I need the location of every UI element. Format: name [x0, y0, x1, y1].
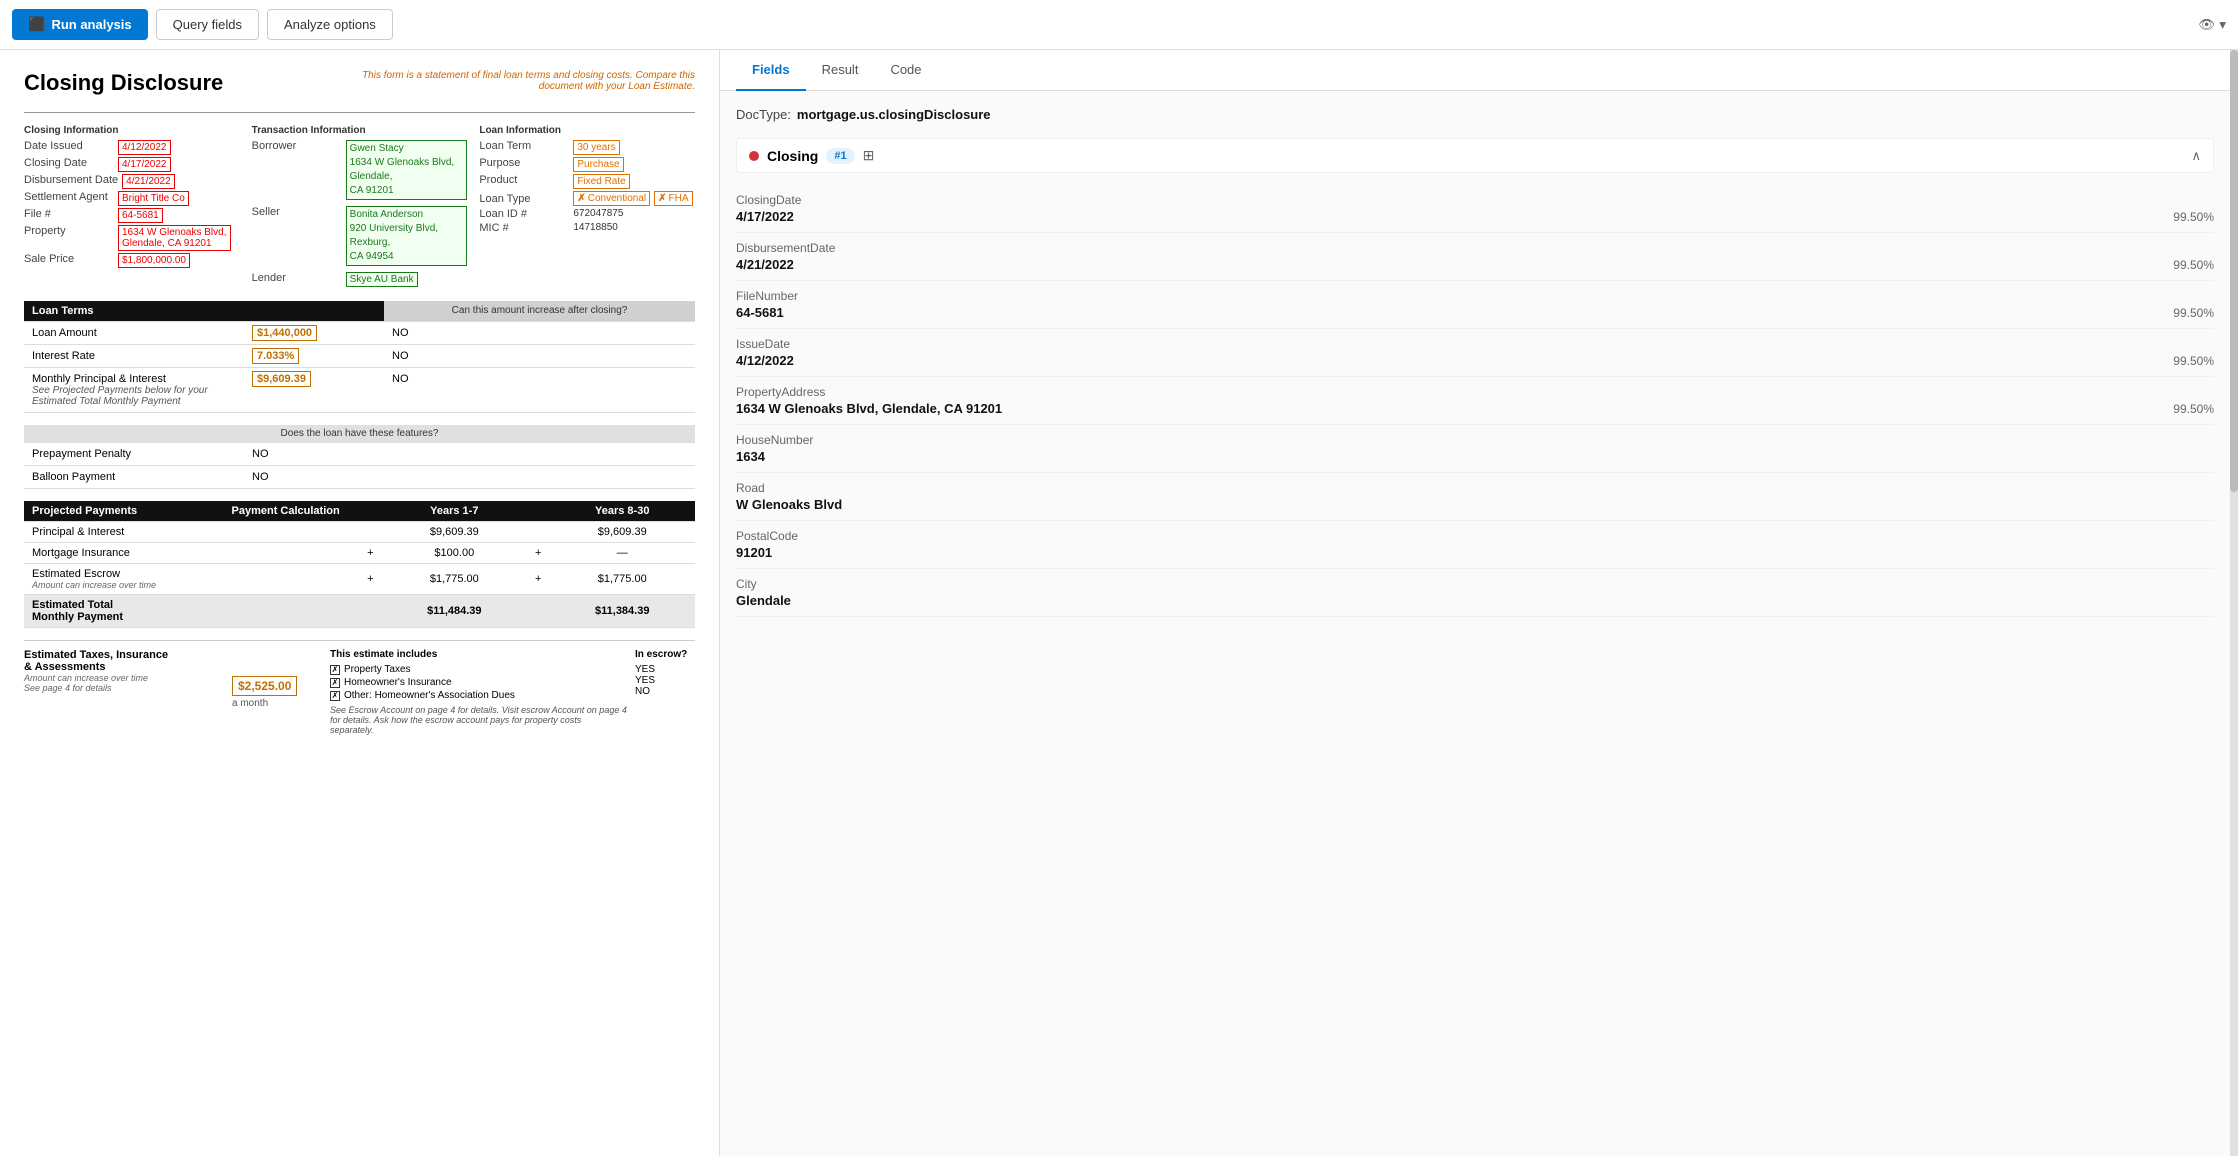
document-title: Closing Disclosure: [24, 70, 223, 96]
field-confidence: 99.50%: [2173, 402, 2214, 416]
field-value: 1634: [736, 449, 765, 464]
field-label: ClosingDate: [736, 193, 2214, 207]
field-confidence: 99.50%: [2173, 354, 2214, 368]
loan-terms-table: Loan Terms Can this amount increase afte…: [24, 301, 695, 413]
field-row: 1634 W Glenoaks Blvd, Glendale, CA 91201…: [736, 401, 2214, 416]
field-item: PostalCode 91201: [736, 521, 2214, 569]
field-confidence: 99.50%: [2173, 306, 2214, 320]
scrollbar[interactable]: [2230, 50, 2238, 1156]
fields-list: ClosingDate4/17/202299.50%DisbursementDa…: [736, 185, 2214, 617]
field-row: W Glenoaks Blvd: [736, 497, 2214, 512]
field-item: HouseNumber 1634: [736, 425, 2214, 473]
transaction-info-section: Transaction Information Borrower Gwen St…: [252, 125, 468, 289]
field-row: 1634: [736, 449, 2214, 464]
field-item: Road W Glenoaks Blvd: [736, 473, 2214, 521]
scrollbar-thumb: [2230, 50, 2238, 492]
field-row: 91201: [736, 545, 2214, 560]
doctype-label: DocType:: [736, 107, 791, 122]
field-label: FileNumber: [736, 289, 2214, 303]
closing-info-section: Closing Information Date Issued4/12/2022…: [24, 125, 240, 289]
doctype-row: DocType: mortgage.us.closingDisclosure: [736, 107, 2214, 122]
taxes-value: $2,525.00: [232, 676, 297, 696]
eye-icon: 👁: [2198, 17, 2215, 33]
tab-code[interactable]: Code: [874, 50, 937, 91]
loan-info-section: Loan Information Loan Term30 years Purpo…: [479, 125, 695, 289]
section-title: Closing: [767, 148, 818, 164]
tab-fields[interactable]: Fields: [736, 50, 806, 91]
field-label: DisbursementDate: [736, 241, 2214, 255]
field-value: 4/17/2022: [736, 209, 794, 224]
field-value: Glendale: [736, 593, 791, 608]
run-analysis-button[interactable]: ⬛ Run analysis: [12, 9, 148, 40]
field-row: 64-5681 99.50%: [736, 305, 2214, 320]
field-row: 4/21/2022 99.50%: [736, 257, 2214, 272]
field-item: PropertyAddress 1634 W Glenoaks Blvd, Gle…: [736, 377, 2214, 425]
field-row: Glendale: [736, 593, 2214, 608]
field-item: DisbursementDate 4/21/2022 99.50%: [736, 233, 2214, 281]
fields-tabs: Fields Result Code: [720, 50, 2230, 91]
field-confidence: 99.50%: [2173, 258, 2214, 272]
field-value: W Glenoaks Blvd: [736, 497, 842, 512]
chevron-down-icon: ▾: [2219, 17, 2226, 33]
field-row: 4/12/2022 99.50%: [736, 353, 2214, 368]
fields-panel-wrapper: Fields Result Code DocType: mortgage.us.…: [720, 50, 2238, 1156]
fields-panel: Fields Result Code DocType: mortgage.us.…: [720, 50, 2230, 1156]
grid-icon[interactable]: ⊞: [863, 147, 875, 164]
field-label: City: [736, 577, 2214, 591]
section-header: Closing #1 ⊞ ∧: [736, 138, 2214, 173]
field-label: Road: [736, 481, 2214, 495]
tab-result[interactable]: Result: [806, 50, 875, 91]
chart-icon: ⬛: [28, 16, 45, 33]
field-value: 4/21/2022: [736, 257, 794, 272]
eye-toggle-button[interactable]: 👁 ▾: [2198, 17, 2226, 33]
field-confidence: 99.50%: [2173, 210, 2214, 224]
toolbar: ⬛ Run analysis Query fields Analyze opti…: [0, 0, 2238, 50]
doctype-value: mortgage.us.closingDisclosure: [797, 107, 991, 122]
field-label: PropertyAddress: [736, 385, 2214, 399]
section-badge: #1: [826, 148, 854, 164]
status-dot: [749, 151, 759, 161]
doc-subtitle: This form is a statement of final loan t…: [335, 70, 695, 92]
field-row: 4/17/2022 99.50%: [736, 209, 2214, 224]
taxes-section: Estimated Taxes, Insurance& Assessments …: [24, 640, 695, 735]
field-item: ClosingDate 4/17/2022 99.50%: [736, 185, 2214, 233]
field-value: 91201: [736, 545, 772, 560]
field-item: City Glendale: [736, 569, 2214, 617]
field-label: HouseNumber: [736, 433, 2214, 447]
chevron-up-icon[interactable]: ∧: [2191, 148, 2201, 164]
analyze-options-button[interactable]: Analyze options: [267, 9, 393, 40]
field-value: 4/12/2022: [736, 353, 794, 368]
projected-payments-table: Projected Payments Payment Calculation Y…: [24, 501, 695, 628]
query-fields-button[interactable]: Query fields: [156, 9, 259, 40]
field-label: IssueDate: [736, 337, 2214, 351]
features-table: Does the loan have these features? Prepa…: [24, 425, 695, 489]
field-value: 1634 W Glenoaks Blvd, Glendale, CA 91201: [736, 401, 1002, 416]
field-item: IssueDate 4/12/2022 99.50%: [736, 329, 2214, 377]
field-value: 64-5681: [736, 305, 784, 320]
field-item: FileNumber 64-5681 99.50%: [736, 281, 2214, 329]
fields-content: DocType: mortgage.us.closingDisclosure C…: [720, 91, 2230, 1156]
field-label: PostalCode: [736, 529, 2214, 543]
document-panel: Closing Disclosure This form is a statem…: [0, 50, 720, 1156]
main-layout: Closing Disclosure This form is a statem…: [0, 50, 2238, 1156]
